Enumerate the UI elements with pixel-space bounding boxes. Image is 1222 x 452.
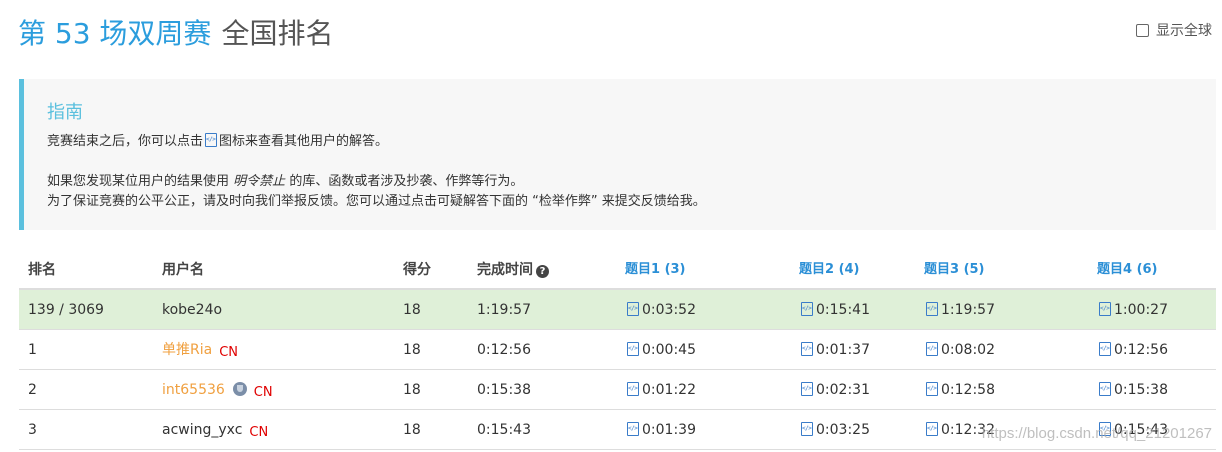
row-q2-solution[interactable]: 0:15:41 bbox=[799, 290, 870, 330]
row-q1-time: 0:03:52 bbox=[642, 302, 696, 318]
row-score: 18 bbox=[403, 342, 421, 358]
code-file-icon[interactable] bbox=[627, 342, 639, 356]
row-score: 18 bbox=[403, 422, 421, 438]
row-q3-solution[interactable]: 1:19:57 bbox=[924, 290, 995, 330]
code-file-icon[interactable] bbox=[926, 422, 938, 436]
guide-panel: 指南 竞赛结束之后，你可以点击图标来查看其他用户的解答。 如果您发现某位用户的结… bbox=[19, 79, 1216, 230]
contest-title: 第 53 场双周赛 bbox=[18, 17, 212, 50]
code-file-icon[interactable] bbox=[926, 342, 938, 356]
row-username[interactable]: 单推Ria bbox=[162, 342, 212, 358]
row-q1-time: 0:01:39 bbox=[642, 422, 696, 438]
code-file-icon bbox=[205, 133, 218, 147]
code-file-icon[interactable] bbox=[926, 382, 938, 396]
table-header: 排名 用户名 得分 完成时间? 题目1 (3) 题目2 (4) 题目3 (5) … bbox=[19, 250, 1216, 290]
row-finish-time: 1:19:57 bbox=[477, 302, 531, 318]
row-q3-time: 1:19:57 bbox=[941, 302, 995, 318]
row-user-cell: acwing_yxc CN bbox=[162, 410, 268, 450]
row-q1-time: 0:00:45 bbox=[642, 342, 696, 358]
code-file-icon[interactable] bbox=[627, 382, 639, 396]
row-q4-time: 0:15:38 bbox=[1114, 382, 1168, 398]
row-user-cell: 单推Ria CN bbox=[162, 330, 238, 370]
show-global-toggle[interactable]: 显示全球 bbox=[1136, 20, 1212, 40]
row-username[interactable]: kobe24o bbox=[162, 290, 222, 330]
row-score: 18 bbox=[403, 382, 421, 398]
guide-line-1-pre: 竞赛结束之后，你可以点击 bbox=[47, 134, 204, 149]
row-q2-solution[interactable]: 0:03:25 bbox=[799, 410, 870, 450]
row-q4-solution[interactable]: 0:15:38 bbox=[1097, 370, 1168, 410]
row-q2-solution[interactable]: 0:01:37 bbox=[799, 330, 870, 370]
guide-line-2-post: 的库、函数或者涉及抄袭、作弊等行为。 bbox=[289, 174, 524, 189]
page-title: 第 53 场双周赛 全国排名 bbox=[18, 8, 333, 56]
code-file-icon[interactable] bbox=[1099, 382, 1111, 396]
code-file-icon[interactable] bbox=[801, 342, 813, 356]
table-row: 2 int65536CN 18 0:15:38 0:01:22 0:02:31 … bbox=[19, 370, 1216, 410]
row-q4-time: 1:00:27 bbox=[1114, 302, 1168, 318]
ranking-title: 全国排名 bbox=[221, 17, 334, 50]
guide-line-1-post: 图标来查看其他用户的解答。 bbox=[219, 134, 389, 149]
row-score: 18 bbox=[403, 302, 421, 318]
header-question-3[interactable]: 题目3 (5) bbox=[924, 250, 985, 290]
row-region: CN bbox=[219, 345, 239, 360]
header-question-2[interactable]: 题目2 (4) bbox=[799, 250, 860, 290]
row-finish-time: 0:12:56 bbox=[477, 342, 531, 358]
row-q3-time: 0:12:58 bbox=[941, 382, 995, 398]
row-q1-solution[interactable]: 0:03:52 bbox=[625, 290, 696, 330]
row-username[interactable]: int65536 bbox=[162, 382, 225, 398]
row-user-cell: int65536 CN bbox=[162, 370, 273, 410]
row-q3-time: 0:08:02 bbox=[941, 342, 995, 358]
header-rank: 排名 bbox=[28, 262, 56, 278]
code-file-icon[interactable] bbox=[627, 422, 639, 436]
table-row: 1 单推Ria CN 18 0:12:56 0:00:45 0:01:37 0:0… bbox=[19, 330, 1216, 370]
row-q3-solution[interactable]: 0:12:58 bbox=[924, 370, 995, 410]
row-q3-solution[interactable]: 0:08:02 bbox=[924, 330, 995, 370]
row-q4-time: 0:12:56 bbox=[1114, 342, 1168, 358]
row-q1-solution[interactable]: 0:01:39 bbox=[625, 410, 696, 450]
question-circle-icon[interactable]: ? bbox=[536, 265, 549, 278]
row-q2-time: 0:02:31 bbox=[816, 382, 870, 398]
code-file-icon[interactable] bbox=[627, 302, 639, 316]
row-rank: 3 bbox=[28, 422, 37, 438]
row-q1-solution[interactable]: 0:01:22 bbox=[625, 370, 696, 410]
row-rank: 2 bbox=[28, 382, 37, 398]
code-file-icon[interactable] bbox=[1099, 302, 1111, 316]
header-finish-time: 完成时间? bbox=[477, 250, 549, 290]
row-q2-time: 0:15:41 bbox=[816, 302, 870, 318]
show-global-label: 显示全球 bbox=[1156, 23, 1212, 39]
shield-badge-icon bbox=[232, 382, 247, 396]
code-file-icon[interactable] bbox=[801, 302, 813, 316]
guide-line-1: 竞赛结束之后，你可以点击图标来查看其他用户的解答。 bbox=[47, 130, 388, 149]
guide-line-2-emphasis: 明令禁止 bbox=[233, 174, 286, 189]
row-rank: 139 / 3069 bbox=[28, 302, 104, 318]
row-region: CN bbox=[253, 385, 273, 400]
header-user: 用户名 bbox=[162, 262, 204, 278]
row-finish-time: 0:15:43 bbox=[477, 422, 531, 438]
row-q2-time: 0:01:37 bbox=[816, 342, 870, 358]
code-file-icon[interactable] bbox=[1099, 342, 1111, 356]
guide-title: 指南 bbox=[47, 102, 83, 123]
code-file-icon[interactable] bbox=[926, 302, 938, 316]
row-q1-time: 0:01:22 bbox=[642, 382, 696, 398]
row-q2-solution[interactable]: 0:02:31 bbox=[799, 370, 870, 410]
show-global-checkbox[interactable] bbox=[1136, 23, 1149, 37]
code-file-icon[interactable] bbox=[801, 382, 813, 396]
row-q4-solution[interactable]: 1:00:27 bbox=[1097, 290, 1168, 330]
table-row-current-user: 139 / 3069 kobe24o 18 1:19:57 0:03:52 0:… bbox=[19, 290, 1216, 330]
watermark: https://blog.csdn.net/qq_21201267 bbox=[981, 425, 1212, 442]
header-question-1[interactable]: 题目1 (3) bbox=[625, 250, 686, 290]
row-q1-solution[interactable]: 0:00:45 bbox=[625, 330, 696, 370]
header-finish-label: 完成时间 bbox=[477, 262, 533, 278]
header-question-4[interactable]: 题目4 (6) bbox=[1097, 250, 1158, 290]
code-file-icon[interactable] bbox=[801, 422, 813, 436]
guide-line-3: 为了保证竞赛的公平公正，请及时向我们举报反馈。您可以通过点击可疑解答下面的 “检… bbox=[47, 194, 706, 209]
row-q4-solution[interactable]: 0:12:56 bbox=[1097, 330, 1168, 370]
row-finish-time: 0:15:38 bbox=[477, 382, 531, 398]
guide-line-2-pre: 如果您发现某位用户的结果使用 bbox=[47, 174, 230, 189]
row-region: CN bbox=[249, 425, 269, 440]
row-q2-time: 0:03:25 bbox=[816, 422, 870, 438]
row-rank: 1 bbox=[28, 342, 37, 358]
ranking-table: 排名 用户名 得分 完成时间? 题目1 (3) 题目2 (4) 题目3 (5) … bbox=[19, 250, 1216, 450]
row-username[interactable]: acwing_yxc bbox=[162, 422, 242, 438]
header-score: 得分 bbox=[403, 262, 431, 278]
guide-line-2: 如果您发现某位用户的结果使用 明令禁止 的库、函数或者涉及抄袭、作弊等行为。 bbox=[47, 170, 523, 189]
